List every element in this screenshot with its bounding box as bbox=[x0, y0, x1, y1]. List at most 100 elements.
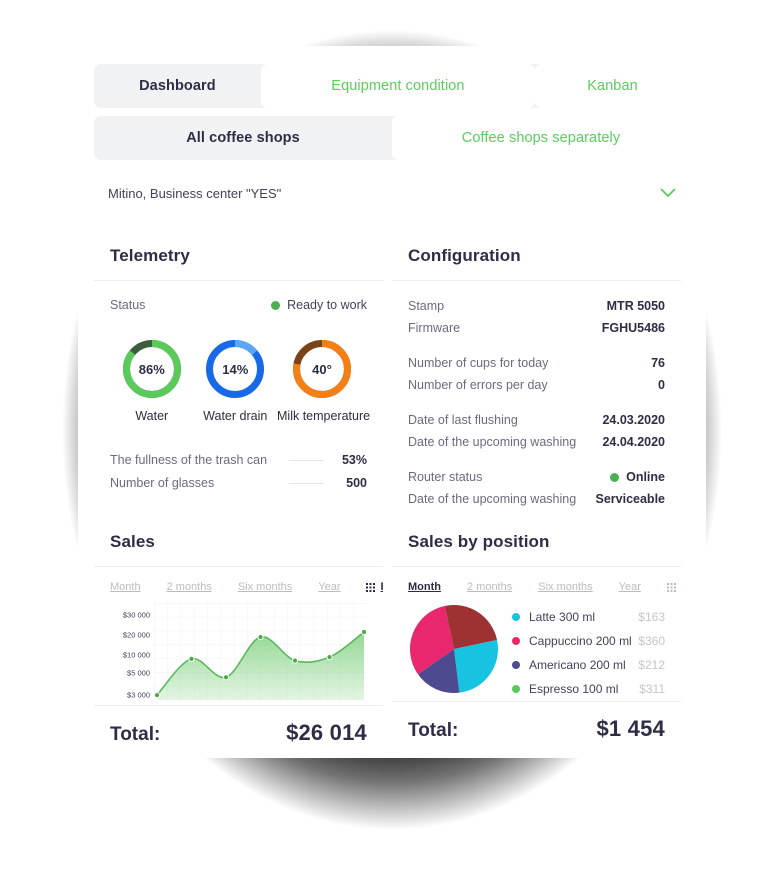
pie-slice[interactable] bbox=[454, 639, 498, 693]
legend-value: $360 bbox=[638, 634, 665, 648]
telemetry-metric-row: The fullness of the trash can 53% bbox=[110, 449, 367, 472]
sales-period-custom-button[interactable]: Period bbox=[366, 581, 383, 593]
chart-data-point[interactable] bbox=[222, 674, 230, 681]
sbp-period-month[interactable]: Month bbox=[408, 581, 441, 593]
legend-color-swatch bbox=[512, 637, 520, 645]
config-value: Online bbox=[626, 470, 665, 484]
gauge-milk-temperature-label: Milk temperature bbox=[277, 409, 371, 423]
sales-panel-body: Month 2 months Six months Year Period bbox=[94, 567, 383, 753]
y-axis-tick-label: $10 000 bbox=[122, 650, 150, 660]
leader-line bbox=[289, 460, 323, 461]
legend-item-espresso: Espresso 100 ml $311 bbox=[512, 677, 665, 701]
telemetry-status-value: Ready to work bbox=[287, 298, 367, 312]
tab-all-coffee-shops[interactable]: All coffee shops bbox=[94, 116, 392, 160]
y-axis-tick-label: $30 000 bbox=[122, 610, 150, 620]
metric-value: 53% bbox=[341, 453, 367, 467]
legend-item-americano: Americano 200 ml $212 bbox=[512, 653, 665, 677]
chart-data-point[interactable] bbox=[291, 657, 299, 664]
status-indicator-dot bbox=[271, 301, 281, 310]
legend-item-cappuccino: Cappuccino 200 ml $360 bbox=[512, 629, 665, 653]
configuration-group: Number of cups for today 76 Number of er… bbox=[408, 352, 665, 396]
configuration-title: Configuration bbox=[408, 246, 521, 265]
telemetry-panel: Telemetry Status Ready to work 86% Water… bbox=[94, 230, 383, 507]
sales-area-chart: $30 000 $20 000 $10 000 $5 000 $3 000 bbox=[110, 603, 368, 705]
sales-total-row: Total: $26 014 bbox=[94, 705, 383, 750]
legend-label: Espresso 100 ml bbox=[529, 682, 619, 696]
tab-kanban[interactable]: Kanban bbox=[535, 64, 690, 108]
legend-value: $212 bbox=[638, 658, 665, 672]
sales-panel: Sales Month 2 months Six months Year Per… bbox=[94, 516, 383, 753]
leader-line bbox=[289, 483, 323, 484]
config-row-last-flushing: Date of last flushing 24.03.2020 bbox=[408, 409, 665, 431]
config-row-stamp: Stamp MTR 5050 bbox=[408, 295, 665, 317]
config-label: Router status bbox=[408, 470, 483, 484]
config-value: 24.04.2020 bbox=[602, 435, 665, 449]
sbp-total-row: Total: $1 454 bbox=[392, 701, 681, 746]
config-row-upcoming-washing: Date of the upcoming washing 24.04.2020 bbox=[408, 431, 665, 453]
chart-data-point[interactable] bbox=[153, 692, 161, 699]
sales-period-year[interactable]: Year bbox=[318, 581, 340, 593]
chart-data-point[interactable] bbox=[257, 633, 264, 641]
sales-by-position-panel-header: Sales by position bbox=[392, 516, 681, 567]
sbp-period-2-months[interactable]: 2 months bbox=[467, 581, 512, 593]
sales-panel-header: Sales bbox=[94, 516, 383, 567]
gauge-milk-temperature: 40° Milk temperature bbox=[277, 338, 371, 423]
telemetry-panel-body: Status Ready to work 86% Water 14% Water… bbox=[94, 281, 383, 507]
legend-color-swatch bbox=[512, 661, 520, 669]
gauge-water-value: 86% bbox=[138, 361, 165, 377]
sales-chart-plot bbox=[153, 603, 368, 705]
sbp-total-value: $1 454 bbox=[596, 716, 665, 741]
sales-total-value: $26 014 bbox=[286, 720, 367, 745]
legend-label: Americano 200 ml bbox=[529, 658, 626, 672]
tab-equipment-condition[interactable]: Equipment condition bbox=[260, 64, 536, 108]
config-value: 0 bbox=[658, 378, 665, 392]
sbp-period-six-months[interactable]: Six months bbox=[538, 581, 592, 593]
config-value: FGHU5486 bbox=[601, 321, 665, 335]
gauge-water-drain-value: 14% bbox=[222, 361, 249, 377]
configuration-group: Router status Online Date of the upcomin… bbox=[408, 466, 665, 507]
sales-period-label: Period bbox=[380, 581, 383, 593]
chart-data-point[interactable] bbox=[326, 654, 333, 661]
legend-label: Cappuccino 200 ml bbox=[529, 634, 632, 648]
sales-period-month[interactable]: Month bbox=[110, 581, 141, 593]
config-value: MTR 5050 bbox=[606, 299, 665, 313]
config-label: Number of errors per day bbox=[408, 378, 548, 392]
legend-color-swatch bbox=[512, 685, 520, 693]
config-row-errors-per-day: Number of errors per day 0 bbox=[408, 374, 665, 396]
tab-dashboard[interactable]: Dashboard bbox=[94, 64, 261, 108]
config-row-firmware: Firmware FGHU5486 bbox=[408, 317, 665, 339]
app-card: Dashboard Equipment condition Kanban All… bbox=[78, 46, 706, 758]
sales-period-six-months[interactable]: Six months bbox=[238, 581, 292, 593]
gauge-milk-temperature-ring: 40° bbox=[291, 338, 353, 400]
panel-grid: Telemetry Status Ready to work 86% Water… bbox=[94, 230, 690, 753]
sales-period-2-months[interactable]: 2 months bbox=[167, 581, 212, 593]
telemetry-gauges: 86% Water 14% Water drain 40° Milk tempe… bbox=[110, 338, 371, 423]
pie-chart bbox=[410, 605, 498, 693]
gauge-milk-temperature-value: 40° bbox=[312, 361, 332, 377]
sbp-period-year[interactable]: Year bbox=[619, 581, 641, 593]
configuration-group: Date of last flushing 24.03.2020 Date of… bbox=[408, 409, 665, 453]
config-label: Number of cups for today bbox=[408, 356, 549, 370]
location-select[interactable]: Mitino, Business center "YES" bbox=[94, 170, 690, 216]
legend-value: $163 bbox=[638, 610, 665, 624]
config-value: 76 bbox=[651, 356, 665, 370]
gauge-water: 86% Water bbox=[110, 338, 194, 423]
tab-coffee-shops-separately[interactable]: Coffee shops separately bbox=[392, 116, 690, 160]
config-label: Date of the upcoming washing bbox=[408, 492, 577, 506]
telemetry-panel-header: Telemetry bbox=[94, 230, 383, 281]
sbp-period-custom-button[interactable]: Period bbox=[666, 581, 681, 593]
y-axis-tick-label: $3 000 bbox=[127, 690, 150, 700]
config-label: Stamp bbox=[408, 299, 445, 313]
legend-label: Latte 300 ml bbox=[529, 610, 596, 624]
telemetry-title: Telemetry bbox=[110, 246, 190, 265]
configuration-panel-body: Stamp MTR 5050 Firmware FGHU5486 Number … bbox=[392, 281, 681, 507]
grid-icon bbox=[666, 582, 676, 592]
telemetry-status-label: Status bbox=[110, 298, 146, 312]
configuration-panel-header: Configuration bbox=[392, 230, 681, 281]
legend-item-latte: Latte 300 ml $163 bbox=[512, 605, 665, 629]
chart-data-point[interactable] bbox=[188, 655, 195, 662]
config-label: Firmware bbox=[408, 321, 461, 335]
chart-data-point[interactable] bbox=[360, 628, 368, 636]
main-tabbar: Dashboard Equipment condition Kanban bbox=[94, 64, 690, 108]
telemetry-metric-row: Number of glasses 500 bbox=[110, 472, 367, 495]
